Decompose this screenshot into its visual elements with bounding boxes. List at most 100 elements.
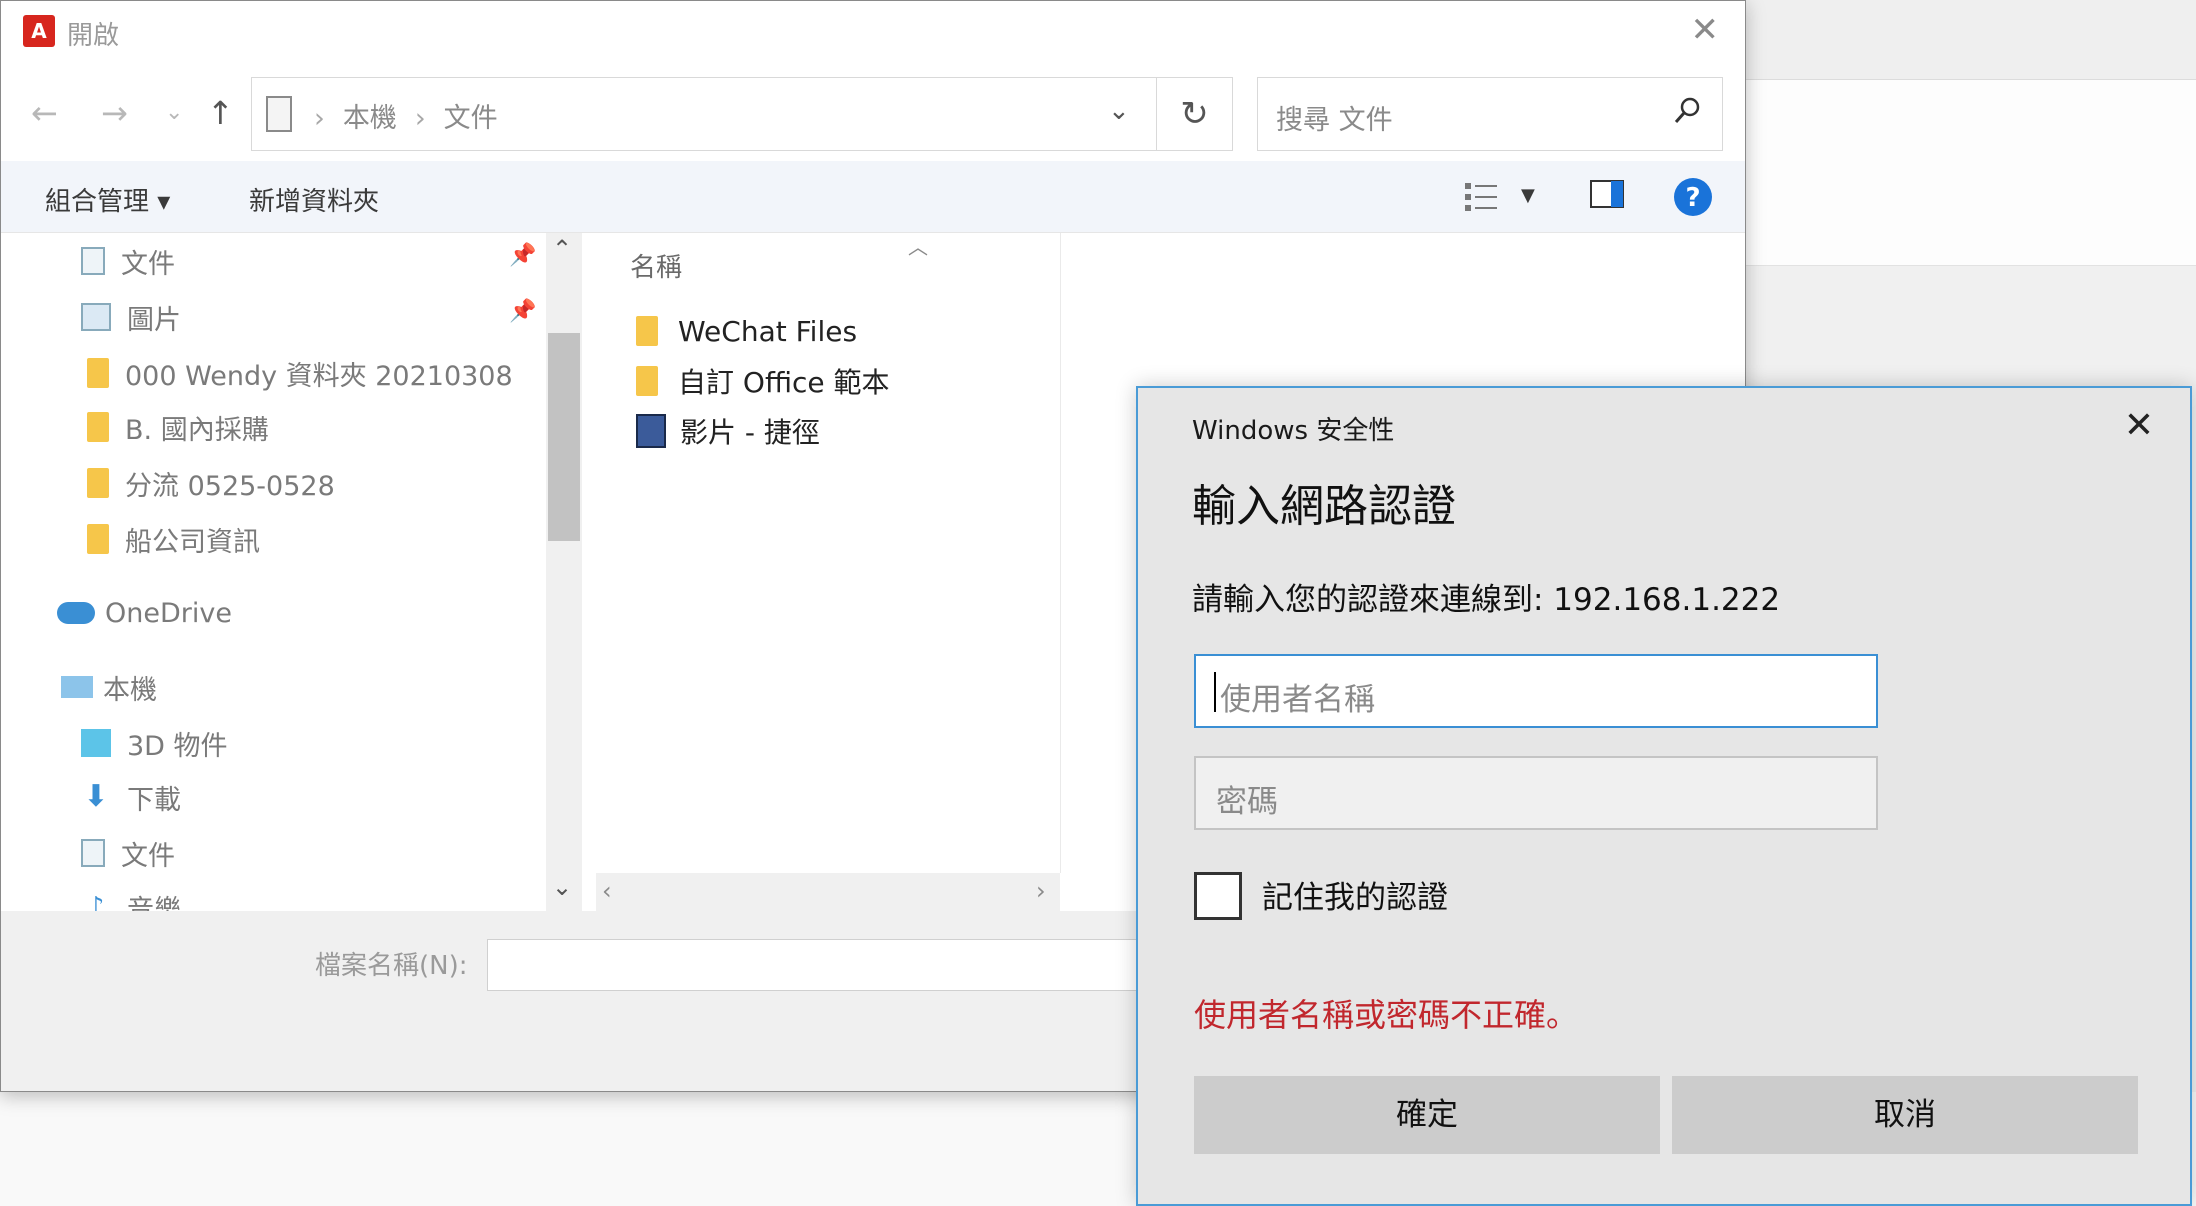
navigation-pane: 文件 📌 圖片 📌 000 Wendy 資料夾 20210308 B. 國內採購… [1, 233, 546, 911]
folder-icon [636, 366, 658, 396]
nav-item-this-pc[interactable]: 本機 [61, 667, 157, 707]
dialog-title: 開啟 [67, 21, 120, 51]
breadcrumb: › 本機 › 文件 [314, 103, 498, 134]
onedrive-icon [57, 602, 95, 624]
nav-item-label: 音樂 [127, 894, 181, 912]
nav-item-label: 文件 [121, 840, 175, 872]
pin-icon[interactable]: 📌 [509, 243, 536, 268]
file-name: 影片 - 捷徑 [680, 416, 820, 449]
music-icon: ♪ [87, 892, 105, 911]
nav-item-shipping-info[interactable]: 船公司資訊 [81, 519, 260, 559]
search-icon[interactable] [1670, 94, 1704, 128]
background-app-panel [1744, 80, 2196, 266]
command-bar: 組合管理 ▾ 新增資料夾 ▼ ? [1, 161, 1745, 233]
document-icon [266, 96, 292, 132]
view-options-icon[interactable] [1463, 179, 1499, 215]
error-message: 使用者名稱或密碼不正確。 [1194, 996, 1579, 1034]
download-icon: ⬇ [83, 779, 109, 814]
column-header-name[interactable]: 名稱 [630, 247, 682, 284]
nav-item-3d-objects[interactable]: 3D 物件 [81, 723, 228, 763]
nav-item-label: OneDrive [105, 597, 232, 629]
username-field[interactable]: 使用者名稱 [1194, 654, 1878, 728]
file-name: 自訂 Office 範本 [678, 366, 890, 399]
preview-pane-icon[interactable] [1589, 179, 1625, 211]
folder-icon [87, 524, 109, 554]
chevron-down-icon[interactable]: ⌄ [1108, 96, 1130, 126]
dialog-titlebar: A 開啟 ✕ [1, 1, 1745, 63]
forward-arrow-icon[interactable]: → [101, 93, 128, 133]
remember-credentials-checkbox[interactable] [1194, 872, 1242, 920]
navigation-bar: ← → ⌄ ↑ › 本機 › 文件 ⌄ ↻ 搜尋 文件 [1, 63, 1745, 161]
pin-icon[interactable]: 📌 [509, 299, 536, 324]
help-icon[interactable]: ? [1673, 177, 1713, 217]
sort-ascending-icon: ︿ [908, 235, 928, 259]
refresh-icon[interactable]: ↻ [1157, 77, 1233, 151]
password-placeholder: 密碼 [1216, 784, 1278, 820]
filename-input[interactable] [487, 939, 1187, 991]
nav-item-downloads[interactable]: ⬇ 下載 [81, 777, 181, 817]
nav-item-label: 下載 [127, 784, 181, 816]
video-shortcut-icon [636, 414, 666, 448]
up-arrow-icon[interactable]: ↑ [207, 93, 234, 133]
file-row-videos-shortcut[interactable]: 影片 - 捷徑 [636, 411, 820, 451]
new-folder-button[interactable]: 新增資料夾 [249, 181, 379, 218]
search-input[interactable]: 搜尋 文件 [1276, 98, 1393, 137]
folder-icon [87, 412, 109, 442]
close-icon[interactable]: ✕ [2124, 408, 2154, 444]
document-icon [81, 247, 105, 275]
3d-objects-icon [81, 729, 111, 757]
scroll-down-icon[interactable]: ⌄ [552, 873, 572, 901]
dialog-brand: Windows 安全性 [1192, 416, 1395, 446]
pictures-icon [81, 303, 111, 331]
scroll-up-icon[interactable]: ⌃ [552, 235, 572, 263]
nav-item-label: 文件 [121, 248, 175, 280]
recent-locations-chevron-icon[interactable]: ⌄ [165, 93, 183, 133]
nav-item-domestic-purchase[interactable]: B. 國內採購 [81, 407, 269, 447]
file-row-wechat[interactable]: WeChat Files [636, 311, 857, 351]
acrobat-icon: A [23, 15, 55, 47]
folder-icon [87, 358, 109, 388]
dialog-title: 輸入網路認證 [1192, 481, 1456, 532]
nav-item-music[interactable]: ♪ 音樂 [81, 887, 181, 911]
file-name: WeChat Files [678, 314, 858, 348]
folder-icon [87, 468, 109, 498]
nav-item-documents[interactable]: 文件 [81, 833, 175, 873]
nav-item-label: 圖片 [127, 304, 181, 336]
search-box[interactable]: 搜尋 文件 [1257, 77, 1723, 151]
document-icon [81, 839, 105, 867]
ok-button[interactable]: 確定 [1194, 1076, 1660, 1154]
file-list-scrollbar[interactable]: ‹ › [596, 873, 1060, 911]
folder-icon [636, 316, 658, 346]
file-row-office-templates[interactable]: 自訂 Office 範本 [636, 361, 890, 401]
address-bar[interactable]: › 本機 › 文件 ⌄ [251, 77, 1157, 151]
view-dropdown-icon[interactable]: ▼ [1521, 185, 1535, 206]
remember-credentials-label[interactable]: 記住我的認證 [1262, 872, 1448, 917]
nav-item-label: 分流 0525-0528 [125, 470, 335, 502]
nav-item-label: 3D 物件 [127, 730, 228, 762]
nav-item-onedrive[interactable]: OneDrive [57, 593, 232, 633]
nav-item-label: 000 Wendy 資料夾 20210308 [125, 360, 513, 392]
password-field[interactable]: 密碼 [1194, 756, 1878, 830]
scroll-left-icon[interactable]: ‹ [602, 877, 612, 905]
nav-item-pictures[interactable]: 圖片 [81, 297, 181, 337]
scrollbar-thumb[interactable] [548, 333, 580, 541]
cancel-button[interactable]: 取消 [1672, 1076, 2138, 1154]
nav-item-split-folder[interactable]: 分流 0525-0528 [81, 463, 335, 503]
svg-text:?: ? [1685, 183, 1700, 213]
organize-button[interactable]: 組合管理 ▾ [45, 181, 170, 218]
nav-item-label: 船公司資訊 [125, 526, 260, 558]
nav-item-documents-pinned[interactable]: 文件 [81, 241, 175, 281]
back-arrow-icon[interactable]: ← [31, 93, 58, 133]
column-divider[interactable] [1060, 233, 1061, 873]
close-icon[interactable]: ✕ [1691, 13, 1720, 47]
nav-item-label: 本機 [103, 674, 157, 706]
nav-item-wendy-folder[interactable]: 000 Wendy 資料夾 20210308 [81, 353, 513, 393]
connection-message: 請輸入您的認證來連線到: 192.168.1.222 [1192, 582, 1781, 618]
breadcrumb-this-pc[interactable]: 本機 [343, 103, 397, 134]
nav-pane-scrollbar[interactable]: ⌃ ⌄ [546, 233, 582, 911]
scroll-right-icon[interactable]: › [1036, 877, 1046, 905]
nav-item-label: B. 國內採購 [125, 414, 269, 446]
breadcrumb-documents[interactable]: 文件 [444, 103, 498, 134]
username-placeholder: 使用者名稱 [1220, 682, 1375, 718]
computer-icon [61, 676, 93, 698]
